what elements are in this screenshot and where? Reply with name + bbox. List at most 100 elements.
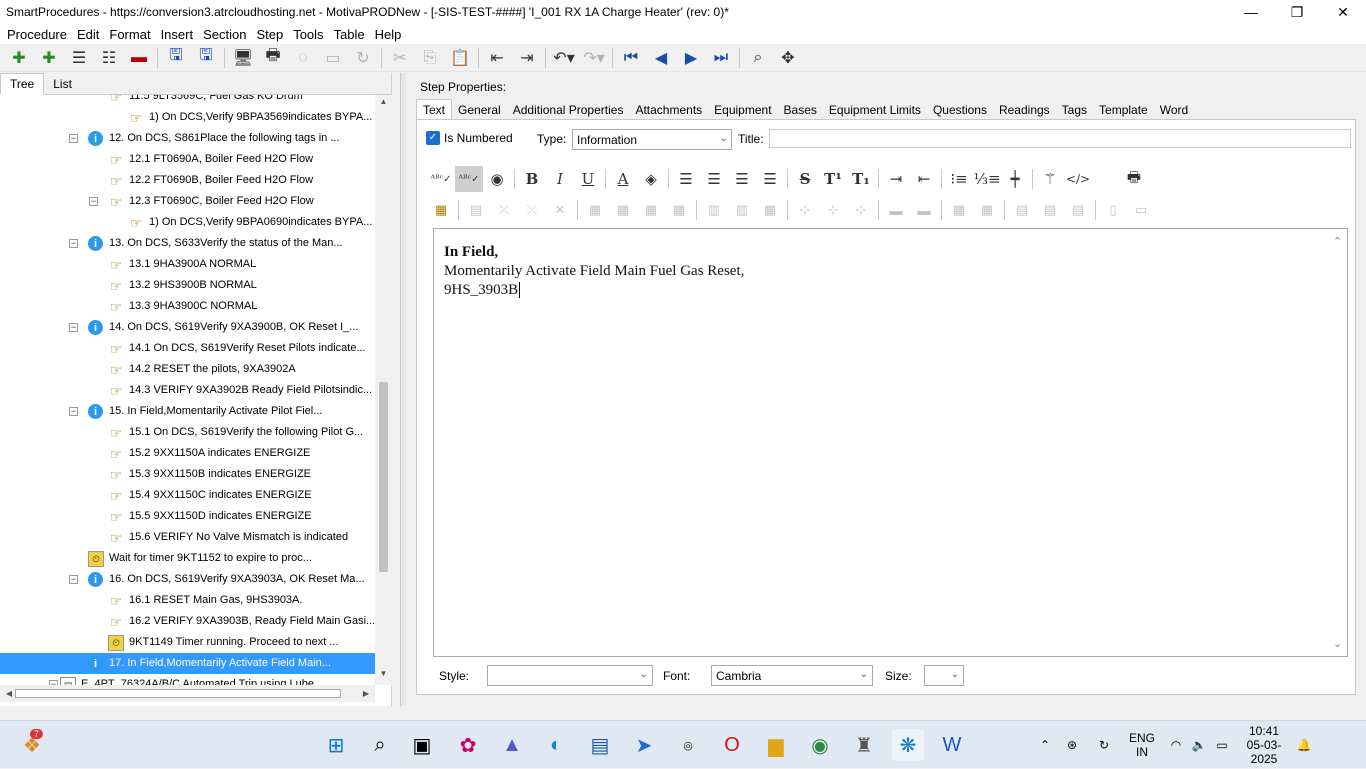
font-color-icon[interactable]: A — [609, 166, 637, 192]
menu-step[interactable]: Step — [251, 27, 288, 42]
scroll-down-icon[interactable]: ▼ — [375, 669, 392, 683]
table-tool-icon[interactable]: ▬ — [882, 198, 910, 222]
tab-tags[interactable]: Tags — [1056, 100, 1093, 120]
tree-item[interactable]: − i 13. On DCS, S633Verify the status of t… — [0, 233, 375, 254]
power-automate-icon[interactable]: ➤ — [628, 729, 660, 761]
tab-general[interactable]: General — [452, 100, 507, 120]
chevron-up-icon[interactable]: ⌃ — [1040, 738, 1056, 752]
menu-tools[interactable]: Tools — [288, 27, 328, 42]
tree-item[interactable]: ☞ 14.3 VERIFY 9XA3902B Ready Field Pilots… — [0, 380, 375, 401]
strikethrough-icon[interactable]: S — [791, 166, 819, 192]
start-icon[interactable]: ⊞ — [320, 729, 352, 761]
tree-item[interactable]: ☞ 13.3 9HA3900C NORMAL — [0, 296, 375, 317]
align-center-icon[interactable]: ☰ — [700, 166, 728, 192]
tab-text[interactable]: Text — [416, 99, 453, 120]
table-tool-icon[interactable]: ▦ — [581, 198, 609, 222]
table-tool-icon[interactable]: ⊹ — [819, 198, 847, 222]
next-step-icon[interactable]: ▶ — [676, 45, 706, 71]
tree-vertical-scrollbar[interactable]: ▲ ▼ — [375, 95, 392, 685]
italic-icon[interactable]: I — [546, 166, 574, 192]
collapse-icon[interactable]: − — [89, 197, 98, 206]
print-text-icon[interactable]: 🖶 — [1120, 166, 1148, 192]
collapse-icon[interactable]: − — [69, 575, 78, 584]
search-icon[interactable]: ⌕ — [364, 729, 396, 761]
maximize-button[interactable]: ❐ — [1274, 0, 1320, 24]
remote-app-icon[interactable]: ♜ — [848, 729, 880, 761]
tree-item[interactable]: ☞ 16.2 VERIFY 9XA3903B, Ready Field Main … — [0, 611, 375, 632]
highlight-icon[interactable]: ◈ — [637, 166, 665, 192]
redo-icon[interactable]: ↷▾ — [579, 45, 609, 71]
tree-item[interactable]: ☞ 15.1 On DCS, S619Verify the following P… — [0, 422, 375, 443]
magic-wand-icon[interactable]: ⚚ — [1036, 166, 1064, 192]
tab-bases[interactable]: Bases — [778, 100, 823, 120]
add-substep-icon[interactable]: ✚ — [34, 45, 64, 71]
table-tool-icon[interactable]: ⤫ — [518, 198, 546, 222]
clock[interactable]: 10:41 05-03-2025 — [1234, 724, 1294, 766]
first-step-icon[interactable]: ⏮ — [616, 45, 646, 71]
table-tool-icon[interactable]: ✕ — [546, 198, 574, 222]
font-select[interactable]: Cambria ⌄ — [711, 665, 873, 686]
network-monitor-icon[interactable]: ⊛ — [1056, 738, 1088, 752]
tree-item[interactable]: − ▤ E. 4PT_76324A/B/C Automated Trip using… — [0, 674, 375, 685]
sync-icon[interactable]: ↻ — [1088, 738, 1120, 752]
smartprocedures-icon[interactable]: ❋ — [892, 729, 924, 761]
outdent-text-icon[interactable]: ⇤ — [910, 166, 938, 192]
table-tool-icon[interactable]: ▦ — [637, 198, 665, 222]
dell-icon[interactable]: ◎ — [672, 729, 704, 761]
collapse-icon[interactable]: − — [69, 323, 78, 332]
size-select[interactable]: ⌄ — [924, 665, 964, 686]
menu-help[interactable]: Help — [370, 27, 407, 42]
chevron-up-icon[interactable]: ⌃ — [1333, 235, 1342, 248]
tab-list[interactable]: List — [44, 74, 81, 94]
refresh-icon[interactable]: ◌ — [288, 45, 318, 71]
save-icon[interactable]: 🖫 — [191, 45, 221, 71]
table-tool-icon[interactable]: ⊹ — [847, 198, 875, 222]
tab-additional-properties[interactable]: Additional Properties — [507, 100, 630, 120]
indent-icon[interactable]: ⇥ — [512, 45, 542, 71]
cut-icon[interactable]: ✂ — [385, 45, 415, 71]
menu-insert[interactable]: Insert — [156, 27, 199, 42]
table-tool-icon[interactable]: ⤫ — [490, 198, 518, 222]
table-tool-icon[interactable]: ▦ — [945, 198, 973, 222]
bold-icon[interactable]: B — [518, 166, 546, 192]
copilot-icon[interactable]: ✿ — [452, 729, 484, 761]
style-select[interactable]: ⌄ — [487, 665, 653, 686]
align-right-icon[interactable]: ☰ — [728, 166, 756, 192]
list-icon[interactable]: ☰ — [64, 45, 94, 71]
table-tool-icon[interactable]: ▤ — [1064, 198, 1092, 222]
record-icon[interactable]: ◉ — [483, 166, 511, 192]
table-tool-icon[interactable]: ▥ — [700, 198, 728, 222]
table-tool-icon[interactable]: ▦ — [665, 198, 693, 222]
indent-text-icon[interactable]: ⇥ — [882, 166, 910, 192]
tab-tree[interactable]: Tree — [0, 73, 45, 95]
tree-item[interactable]: ☞ 1) On DCS,Verify 9BPA3569indicates BYPA… — [0, 107, 375, 128]
delete-icon[interactable]: ▬ — [124, 45, 154, 71]
collapse-icon[interactable]: − — [69, 407, 78, 416]
tree-item[interactable]: ☞ 16.1 RESET Main Gas, 9HS3903A. — [0, 590, 375, 611]
step-text-editor[interactable]: In Field, Momentarily Activate Field Mai… — [433, 228, 1348, 657]
redo-toolbar-icon[interactable]: ↻ — [348, 45, 378, 71]
underline-icon[interactable]: U — [574, 166, 602, 192]
scroll-left-icon[interactable]: ◀ — [2, 685, 16, 702]
tab-equipment-limits[interactable]: Equipment Limits — [823, 100, 927, 120]
title-input[interactable] — [769, 129, 1351, 148]
previous-step-icon[interactable]: ◀ — [646, 45, 676, 71]
close-button[interactable]: ✕ — [1320, 0, 1366, 24]
print-icon[interactable]: 🖶 — [258, 45, 288, 71]
scroll-right-icon[interactable]: ▶ — [359, 685, 373, 702]
table-tool-icon[interactable]: ⊹ — [791, 198, 819, 222]
tree-item[interactable]: ⏲ Wait for timer 9KT1152 to expire to pro… — [0, 548, 375, 569]
subscript-icon[interactable]: T₁ — [847, 166, 875, 192]
tree-item[interactable]: ☞ 1) On DCS,Verify 9BPA0690indicates BYPA… — [0, 212, 375, 233]
tree-item[interactable]: ☞ 15.4 9XX1150C indicates ENERGIZE — [0, 485, 375, 506]
tree-item[interactable]: ☞ 13.1 9HA3900A NORMAL — [0, 254, 375, 275]
tree-item[interactable]: − i 14. On DCS, S619Verify 9XA3900B, OK Re… — [0, 317, 375, 338]
tree-item[interactable]: ☞ 11.5 9LT3569C, Fuel Gas KO Drum — [0, 95, 375, 107]
collapse-icon[interactable]: − — [69, 239, 78, 248]
editor-scrollbar[interactable]: ⌃ ⌄ — [1331, 229, 1347, 656]
minimize-button[interactable]: — — [1228, 0, 1274, 24]
table-tool-icon[interactable]: ▦ — [609, 198, 637, 222]
word-icon[interactable]: W — [936, 729, 968, 761]
tab-word[interactable]: Word — [1154, 100, 1194, 120]
table-tool-icon[interactable]: ▤ — [462, 198, 490, 222]
